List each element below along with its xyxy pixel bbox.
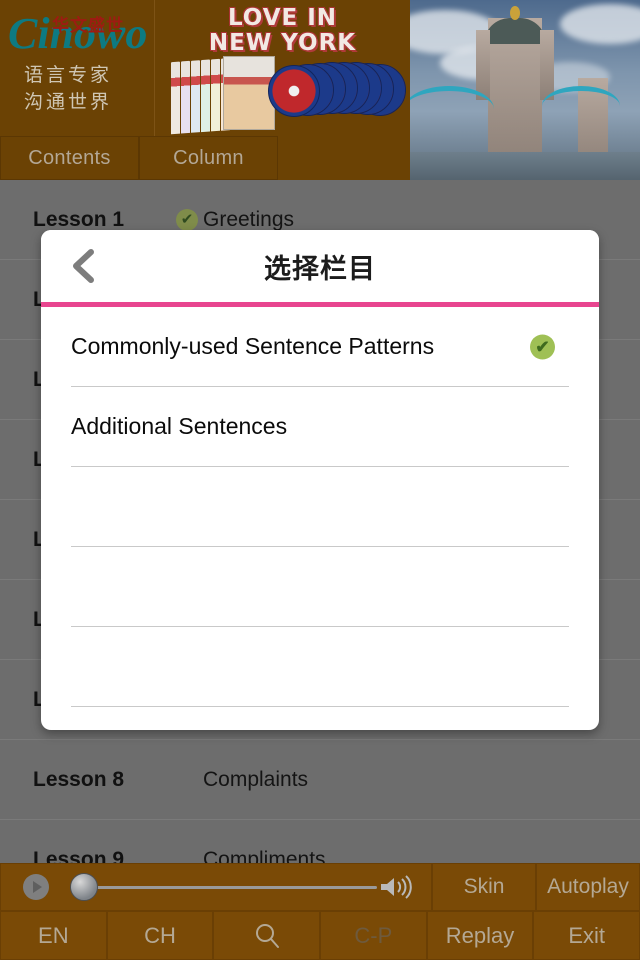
en-button-label: EN xyxy=(38,922,69,948)
app-header: Cinowo 华文盛世 语言专家 沟通世界 LOVE IN NEW YORK C… xyxy=(0,0,640,180)
player-controls xyxy=(0,863,432,911)
table-row[interactable]: Lesson 8 Complaints xyxy=(0,740,640,820)
logo-slogan: 语言专家 沟通世界 xyxy=(24,62,112,116)
lesson-number: Lesson 1 xyxy=(33,207,125,231)
list-item[interactable] xyxy=(71,547,569,627)
list-item[interactable]: Commonly-used Sentence Patterns ✔ xyxy=(71,307,569,387)
replay-button[interactable]: Replay xyxy=(426,911,534,960)
exit-button-label: Exit xyxy=(568,922,606,948)
search-icon xyxy=(255,923,279,948)
ch-button[interactable]: CH xyxy=(106,911,214,960)
product-cover-art: LOVE IN NEW YORK xyxy=(155,0,410,136)
slider-track xyxy=(83,886,377,889)
tab-column-label: Column xyxy=(173,146,244,169)
en-button[interactable]: EN xyxy=(0,911,107,960)
logo-slogan-line2: 沟通世界 xyxy=(24,91,113,113)
dialog-title: 选择栏目 xyxy=(264,253,376,285)
tab-contents-label: Contents xyxy=(28,146,111,169)
list-item[interactable] xyxy=(71,627,569,707)
search-button[interactable] xyxy=(213,911,321,960)
play-icon xyxy=(33,881,42,893)
brand-logo: Cinowo 华文盛世 语言专家 沟通世界 xyxy=(0,0,155,136)
play-button[interactable] xyxy=(23,874,49,900)
lesson-number: Lesson 8 xyxy=(33,767,125,791)
option-label: Commonly-used Sentence Patterns xyxy=(71,333,435,359)
list-item[interactable]: Additional Sentences xyxy=(71,387,569,467)
select-column-dialog: 选择栏目 Commonly-used Sentence Patterns ✔ A… xyxy=(41,230,599,730)
cp-button[interactable]: C-P xyxy=(320,911,427,960)
player-bar: Skin Autoplay xyxy=(0,863,640,911)
volume-icon[interactable] xyxy=(379,875,415,899)
bottom-toolbar: EN CH C-P Replay Exit xyxy=(0,911,640,960)
cover-title-line1: LOVE IN xyxy=(227,5,338,31)
dialog-header: 选择栏目 xyxy=(41,230,599,302)
cp-button-label: C-P xyxy=(354,922,393,948)
back-button[interactable] xyxy=(61,244,105,288)
logo-slogan-line1: 语言专家 xyxy=(24,64,113,86)
skin-button-label: Skin xyxy=(463,875,505,898)
check-icon: ✔ xyxy=(176,208,198,231)
ch-button-label: CH xyxy=(144,922,176,948)
slider-handle[interactable] xyxy=(70,873,98,901)
option-label: Additional Sentences xyxy=(71,413,288,439)
tab-column[interactable]: Column xyxy=(139,136,278,180)
chevron-left-icon xyxy=(73,249,94,283)
exit-button[interactable]: Exit xyxy=(533,911,640,960)
cd-stack-graphic xyxy=(266,60,406,120)
app-root: Cinowo 华文盛世 语言专家 沟通世界 LOVE IN NEW YORK C… xyxy=(0,0,640,960)
tabbar-spacer xyxy=(278,136,640,180)
dialog-option-list: Commonly-used Sentence Patterns ✔ Additi… xyxy=(41,307,599,707)
check-icon: ✔ xyxy=(530,334,555,359)
header-tabbar: Contents Column xyxy=(0,136,640,180)
skin-button[interactable]: Skin xyxy=(432,863,536,911)
replay-button-label: Replay xyxy=(445,922,515,948)
autoplay-button[interactable]: Autoplay xyxy=(536,863,640,911)
tab-contents[interactable]: Contents xyxy=(0,136,139,180)
lesson-title: Complaints xyxy=(203,767,309,791)
progress-slider[interactable] xyxy=(63,863,421,911)
autoplay-button-label: Autoplay xyxy=(547,875,629,898)
list-item[interactable] xyxy=(71,467,569,547)
logo-chinese-name: 华文盛世 xyxy=(52,16,124,36)
